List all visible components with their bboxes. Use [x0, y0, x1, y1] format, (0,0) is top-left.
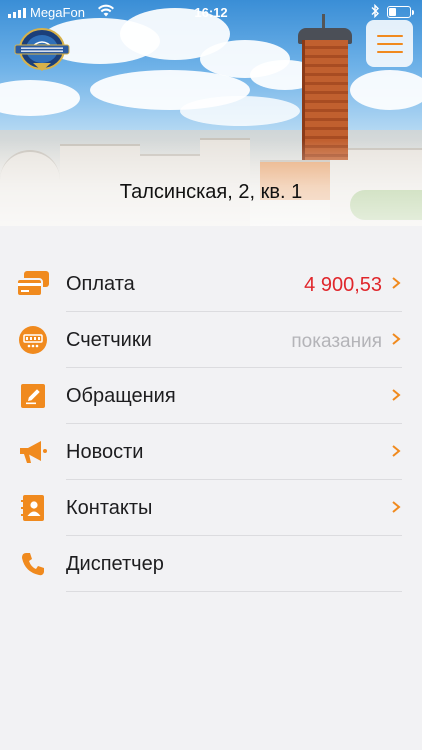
battery-icon	[387, 6, 414, 18]
chevron-right-icon	[392, 389, 401, 401]
contacts-book-icon	[16, 493, 50, 523]
chevron-right-icon	[392, 445, 401, 457]
menu-item-label: Новости	[66, 441, 144, 463]
payment-cards-icon	[16, 269, 50, 299]
chevron-right-icon	[392, 333, 401, 345]
chevron-right-icon	[392, 501, 401, 513]
menu-item-label: Контакты	[66, 497, 153, 519]
organization-logo-icon	[13, 27, 71, 75]
header-hero: MegaFon 16:12 Талсинская, 2, кв. 1	[0, 0, 422, 226]
edit-request-icon	[16, 381, 50, 411]
menu-item-news[interactable]: Новости	[0, 424, 422, 480]
menu-item-meters[interactable]: Счетчики показания	[0, 312, 422, 368]
menu-item-requests[interactable]: Обращения	[0, 368, 422, 424]
clock: 16:12	[194, 5, 228, 20]
menu-item-label: Счетчики	[66, 329, 152, 351]
hamburger-menu-icon	[376, 34, 403, 37]
menu-item-label: Диспетчер	[66, 553, 164, 575]
meter-icon	[16, 325, 50, 355]
menu-item-payment[interactable]: Оплата 4 900,53	[0, 256, 422, 312]
hamburger-menu-button[interactable]	[366, 20, 413, 67]
readings-hint: показания	[291, 331, 382, 352]
status-bar: MegaFon 16:12	[0, 0, 422, 24]
main-menu-list: Оплата 4 900,53 Счетчики показания Обращ…	[0, 226, 422, 750]
menu-item-contacts[interactable]: Контакты	[0, 480, 422, 536]
menu-item-dispatcher[interactable]: Диспетчер	[0, 536, 422, 592]
balance-amount: 4 900,53	[304, 274, 382, 296]
menu-item-label: Оплата	[66, 273, 135, 295]
address-title: Талсинская, 2, кв. 1	[119, 181, 303, 203]
megaphone-icon	[16, 437, 50, 467]
menu-item-label: Обращения	[66, 385, 176, 407]
chevron-right-icon	[392, 277, 401, 289]
bluetooth-icon	[370, 3, 380, 21]
phone-icon	[16, 549, 50, 579]
